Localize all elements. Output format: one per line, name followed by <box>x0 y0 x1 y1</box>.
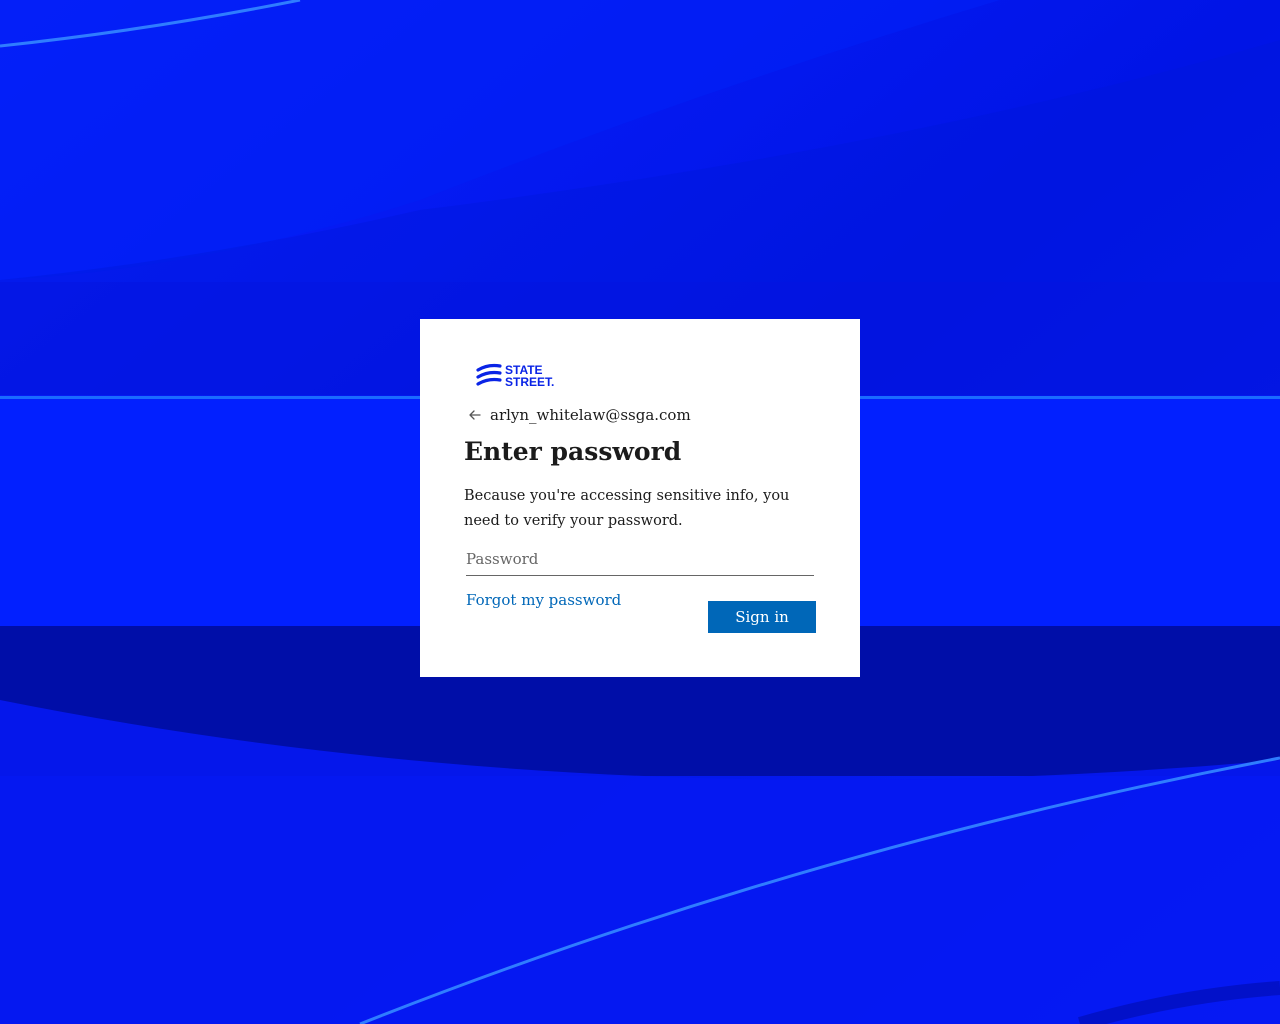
login-card: STATE STREET. arlyn_whitelaw@ssga.com En… <box>420 319 860 677</box>
arrow-left-icon <box>469 410 481 420</box>
back-button[interactable] <box>464 404 488 426</box>
account-email: arlyn_whitelaw@ssga.com <box>490 406 691 424</box>
password-input[interactable] <box>466 545 814 573</box>
sign-in-button[interactable]: Sign in <box>708 601 816 633</box>
logo-line2: STREET. <box>505 375 554 389</box>
identity-banner: arlyn_whitelaw@ssga.com <box>464 404 691 426</box>
page-title: Enter password <box>464 437 682 466</box>
description-text: Because you're accessing sensitive info,… <box>464 488 790 529</box>
company-logo: STATE STREET. <box>476 361 566 391</box>
password-field-wrapper <box>466 545 814 576</box>
forgot-password-link[interactable]: Forgot my password <box>466 591 621 609</box>
